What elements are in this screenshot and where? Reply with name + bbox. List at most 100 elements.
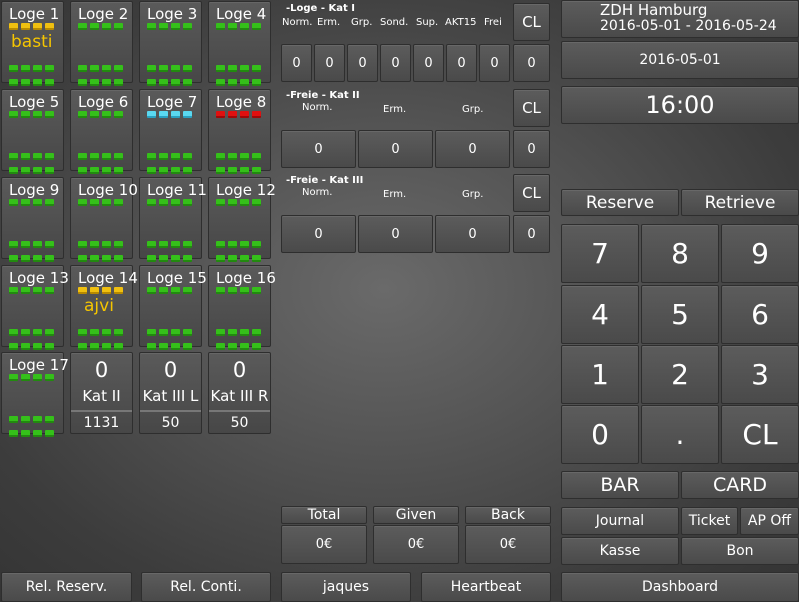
seat-icon[interactable] [240,199,249,206]
seat-icon[interactable] [183,343,192,350]
seat-icon[interactable] [45,416,54,423]
seat-icon[interactable] [147,343,156,350]
seat-icon[interactable] [171,255,180,262]
release-reservation-button[interactable]: Rel. Reserv. [1,572,132,602]
seat-icon[interactable] [252,79,261,86]
seat-icon[interactable] [114,153,123,160]
seat-icon[interactable] [9,430,18,437]
seat-icon[interactable] [216,79,225,86]
seat-icon[interactable] [45,287,54,294]
seat-icon[interactable] [159,65,168,72]
seat-icon[interactable] [21,153,30,160]
seat-icon[interactable] [252,329,261,336]
seat-icon[interactable] [33,287,42,294]
loge-tile[interactable]: Loge 16 [208,265,276,350]
seat-icon[interactable] [228,79,237,86]
seat-icon[interactable] [159,287,168,294]
seat-icon[interactable] [9,343,18,350]
seat-icon[interactable] [147,329,156,336]
seat-icon[interactable] [216,287,225,294]
seat-icon[interactable] [171,153,180,160]
freie-kat3-grp-field[interactable]: 0 [435,215,510,253]
seat-icon[interactable] [33,199,42,206]
seat-icon[interactable] [21,199,30,206]
heartbeat-button[interactable]: Heartbeat [421,572,551,602]
loge-tile[interactable]: Loge 3 [139,1,202,86]
seat-icon[interactable] [252,153,261,160]
seat-icon[interactable] [21,65,30,72]
seat-icon[interactable] [90,111,99,118]
seat-icon[interactable] [33,153,42,160]
seat-icon[interactable] [252,255,261,262]
seat-icon[interactable] [45,343,54,350]
seat-icon[interactable] [216,255,225,262]
seat-icon[interactable] [45,79,54,86]
seat-icon[interactable] [159,241,168,248]
seat-icon[interactable] [240,79,249,86]
seat-icon[interactable] [102,287,111,294]
seat-icon[interactable] [114,111,123,118]
seat-icon[interactable] [9,167,18,174]
seat-icon[interactable] [159,199,168,206]
seat-icon[interactable] [216,167,225,174]
seat-icon[interactable] [114,199,123,206]
seat-icon[interactable] [240,153,249,160]
seat-icon[interactable] [45,241,54,248]
seat-icon[interactable] [102,167,111,174]
seat-icon[interactable] [78,329,87,336]
seat-icon[interactable] [102,111,111,118]
seat-icon[interactable] [252,241,261,248]
seat-icon[interactable] [216,111,225,118]
freie-kat3-norm-field[interactable]: 0 [281,215,356,253]
seat-icon[interactable] [33,23,42,30]
keypad-4[interactable]: 4 [561,285,639,344]
seat-icon[interactable] [9,329,18,336]
seat-icon[interactable] [252,167,261,174]
seat-icon[interactable] [216,329,225,336]
kat-tile-kat-iii-r[interactable]: 0 Kat III R 50 [208,352,271,434]
loge-kat1-field[interactable]: 0 [479,44,510,82]
seat-icon[interactable] [114,167,123,174]
kat-tile-kat-ii[interactable]: 0 Kat II 1131 [70,352,133,434]
seat-icon[interactable] [9,79,18,86]
freie-kat3-erm-field[interactable]: 0 [358,215,433,253]
seat-icon[interactable] [45,430,54,437]
seat-icon[interactable] [147,79,156,86]
loge-tile[interactable]: Loge 6 [70,89,133,174]
seat-icon[interactable] [228,287,237,294]
seat-icon[interactable] [171,199,180,206]
seat-icon[interactable] [228,241,237,248]
seat-icon[interactable] [9,111,18,118]
seat-icon[interactable] [147,111,156,118]
seat-icon[interactable] [21,255,30,262]
given-value[interactable]: 0€ [373,525,459,564]
seat-icon[interactable] [147,153,156,160]
loge-tile[interactable]: Loge 15 [139,265,207,350]
loge-tile[interactable]: Loge 7 [139,89,202,174]
loge-tile[interactable]: Loge 4 [208,1,271,86]
seat-icon[interactable] [183,79,192,86]
seat-icon[interactable] [102,23,111,30]
journal-button[interactable]: Journal [561,507,679,535]
seat-icon[interactable] [33,79,42,86]
seat-icon[interactable] [90,255,99,262]
loge-tile[interactable]: Loge 11 [139,177,207,262]
seat-icon[interactable] [9,65,18,72]
seat-icon[interactable] [78,199,87,206]
seat-icon[interactable] [114,329,123,336]
seat-icon[interactable] [114,23,123,30]
seat-icon[interactable] [240,241,249,248]
seat-icon[interactable] [45,255,54,262]
seat-icon[interactable] [147,287,156,294]
keypad-9[interactable]: 9 [721,224,799,283]
seat-icon[interactable] [147,241,156,248]
seat-icon[interactable] [183,199,192,206]
seat-icon[interactable] [90,241,99,248]
seat-icon[interactable] [183,241,192,248]
seat-icon[interactable] [159,255,168,262]
seat-icon[interactable] [9,199,18,206]
seat-icon[interactable] [252,343,261,350]
seat-icon[interactable] [216,65,225,72]
seat-icon[interactable] [78,153,87,160]
seat-icon[interactable] [171,241,180,248]
